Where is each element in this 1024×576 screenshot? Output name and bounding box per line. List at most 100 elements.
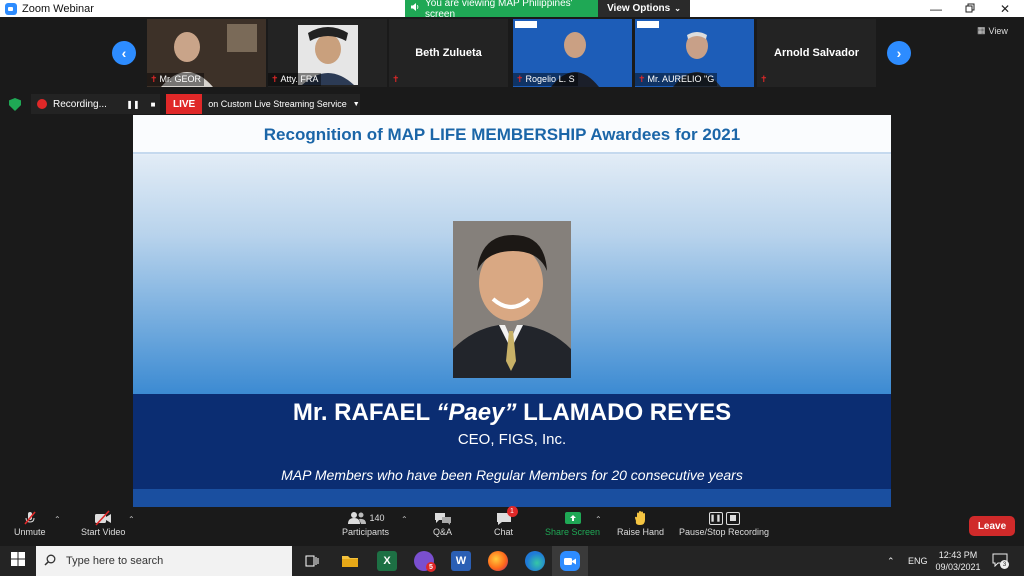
notifications-button[interactable]: 3 [992, 546, 1009, 576]
pause-recording-button[interactable]: ❚❚ [125, 94, 141, 114]
participant-tile[interactable]: ✝ Mr. GEOR [147, 19, 266, 87]
stop-recording-button[interactable]: ■ [145, 94, 161, 114]
task-view-icon[interactable] [302, 551, 322, 571]
language-indicator[interactable]: ENG [908, 546, 928, 576]
slide-heading: Recognition of MAP LIFE MEMBERSHIP Award… [263, 125, 741, 144]
search-icon [44, 554, 56, 569]
participants-button[interactable]: 140 Participants [342, 509, 389, 537]
participant-count: 140 [369, 513, 385, 523]
awardee-band: Mr. RAFAEL “Paey” LLAMADO REYES CEO, FIG… [133, 394, 891, 507]
audio-options-caret[interactable]: ⌃ [54, 515, 61, 524]
start-video-button[interactable]: Start Video [81, 509, 125, 537]
close-button[interactable]: ✕ [988, 0, 1022, 17]
next-page-button[interactable]: › [887, 41, 911, 65]
close-icon: ✕ [999, 1, 1011, 16]
language-label: ENG [908, 556, 928, 566]
unmute-button[interactable]: Unmute [14, 509, 46, 537]
share-screen-button[interactable]: Share Screen [545, 509, 600, 537]
mic-muted-icon: ✝ [638, 74, 646, 84]
qa-label: Q&A [433, 527, 453, 537]
mic-muted-icon: ✝ [516, 74, 524, 84]
video-options-caret[interactable]: ⌃ [128, 515, 135, 524]
previous-page-button[interactable]: ‹ [112, 41, 136, 65]
raise-hand-icon [634, 509, 648, 527]
mic-muted-icon: ✝ [271, 74, 279, 84]
stop-icon: ■ [150, 99, 156, 109]
awardee-position: CEO, FIGS, Inc. [457, 431, 567, 448]
speaker-icon [410, 2, 420, 15]
viber-icon[interactable]: 5 [414, 551, 436, 572]
taskbar-search-box[interactable]: Type here to search [36, 546, 292, 576]
taskbar-clock[interactable]: 12:43 PM 09/03/2021 [933, 549, 983, 573]
raise-hand-button[interactable]: Raise Hand [617, 509, 664, 537]
encryption-shield-icon[interactable] [9, 98, 21, 111]
excel-icon[interactable]: X [377, 551, 397, 571]
pause-icon: ❚❚ [126, 99, 140, 109]
participant-tile[interactable]: ✝ Mr. AURELIO "G [635, 19, 754, 87]
edge-icon[interactable] [525, 551, 545, 571]
firefox-icon[interactable] [488, 551, 508, 571]
chevron-up-icon: ⌃ [887, 555, 895, 566]
mic-muted-icon [22, 509, 38, 527]
leave-button[interactable]: Leave [969, 516, 1015, 536]
windows-taskbar: Type here to search X 5 W ⌃ ENG 12:43 PM… [0, 546, 1024, 576]
zoom-logo-icon [5, 2, 17, 15]
live-stream-indicator[interactable]: LIVE on Custom Live Streaming Service ▼ [166, 94, 360, 114]
view-options-label: View Options [607, 3, 671, 14]
awardee-name: Mr. RAFAEL “Paey” LLAMADO REYES [292, 399, 732, 426]
awardee-photo [453, 221, 571, 378]
cloud-recording-icon [37, 99, 47, 109]
recording-label: Recording... [53, 98, 107, 110]
notification-icon: 3 [992, 553, 1009, 569]
participants-icon: 140 [347, 509, 385, 527]
start-video-label: Start Video [81, 527, 126, 537]
participant-tile[interactable]: ✝ Rogelio L. S [513, 19, 632, 87]
restore-icon [965, 2, 975, 16]
live-stream-text: on Custom Live Streaming Service [208, 99, 347, 109]
video-strip: ‹ ✝Mr. GEOR ✝Atty. FRA Beth Zulueta ✝ [0, 17, 1024, 89]
minimize-button[interactable]: — [919, 0, 953, 17]
start-button[interactable] [0, 546, 36, 576]
show-hidden-icons-button[interactable]: ⌃ [887, 546, 895, 576]
restore-button[interactable] [953, 0, 987, 17]
grid-icon: ▦ [977, 25, 986, 35]
chevron-right-icon: › [896, 45, 902, 61]
participant-name: ✝ Rogelio L. S [513, 73, 578, 86]
participant-tile[interactable]: ✝ Atty. FRA [268, 19, 387, 87]
windows-logo-icon [11, 551, 25, 571]
participant-tile[interactable]: Arnold Salvador ✝ [757, 19, 876, 87]
participant-tile[interactable]: Beth Zulueta ✝ [389, 19, 508, 87]
share-options-caret[interactable]: ⌃ [595, 515, 602, 524]
pause-stop-recording-button[interactable]: ❚❚ Pause/Stop Recording [679, 509, 769, 537]
participant-name: ✝ Mr. AURELIO "G [635, 73, 718, 86]
meeting-controls: Unmute ⌃ Start Video ⌃ 140 Participants … [0, 506, 1024, 546]
share-screen-icon [564, 509, 582, 527]
chat-button[interactable]: 1 Chat [494, 506, 518, 537]
view-button[interactable]: ▦ View [977, 25, 1008, 36]
zoom-taskbar-icon[interactable] [560, 551, 580, 571]
unmute-label: Unmute [14, 527, 46, 537]
award-description: MAP Members who have been Regular Member… [281, 467, 743, 483]
participant-name: ✝ Mr. GEOR [147, 73, 205, 86]
view-options-button[interactable]: View Options ⌄ [598, 0, 690, 17]
qa-button[interactable]: Q&A [433, 509, 452, 537]
viber-badge: 5 [426, 562, 436, 572]
chevron-down-icon: ⌄ [674, 4, 681, 13]
minimize-icon: — [930, 1, 942, 16]
participants-options-caret[interactable]: ⌃ [401, 515, 408, 524]
share-banner: You are viewing MAP Philippines' screen [405, 0, 598, 20]
chevron-left-icon: ‹ [121, 45, 127, 61]
search-placeholder: Type here to search [66, 555, 164, 567]
window-title: Zoom Webinar [22, 2, 94, 15]
notification-count: 3 [1000, 560, 1009, 569]
chat-icon: 1 [496, 506, 518, 527]
participants-label: Participants [342, 527, 390, 537]
word-icon[interactable]: W [451, 551, 471, 571]
participant-name: ✝ Atty. FRA [268, 73, 322, 86]
pause-stop-label: Pause/Stop Recording [679, 527, 770, 537]
qa-icon [434, 509, 452, 527]
chat-label: Chat [494, 527, 514, 537]
video-off-icon [94, 509, 112, 527]
live-badge: LIVE [166, 94, 203, 114]
file-explorer-icon[interactable] [340, 551, 360, 571]
